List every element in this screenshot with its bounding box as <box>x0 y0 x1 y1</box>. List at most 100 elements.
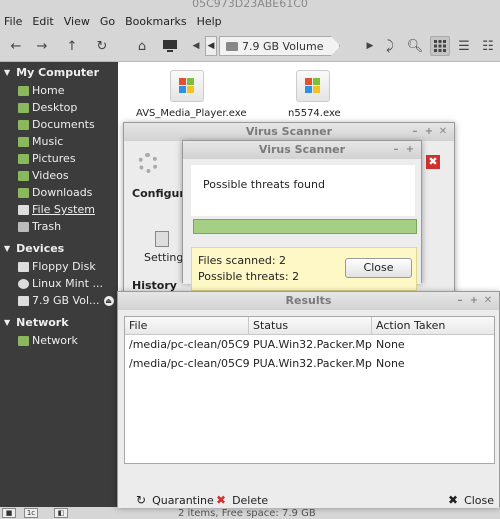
minimize-icon[interactable]: – <box>389 141 403 159</box>
compact-view-icon[interactable]: ☷ <box>478 36 498 56</box>
close-icon: ✖ <box>448 493 459 507</box>
expand-triangle-icon: ▼ <box>4 67 11 77</box>
window-titlebar: Virus Scanner – + <box>183 141 421 159</box>
delete-button[interactable]: ✖ Delete <box>216 492 268 508</box>
cell-status: PUA.Win32.Packer.Mpres <box>253 357 372 370</box>
network-icon <box>18 335 29 346</box>
forward-arrow-icon[interactable]: → <box>32 36 52 56</box>
maximize-icon[interactable]: + <box>467 292 481 310</box>
sidebar-item-floppy-disk[interactable]: Floppy Disk <box>0 258 118 275</box>
list-view-icon[interactable]: ☰ <box>454 36 474 56</box>
eject-icon[interactable]: ⏏ <box>103 295 114 306</box>
sidebar-section-my-computer[interactable]: ▼ My Computer <box>0 62 118 82</box>
menu-help[interactable]: Help <box>197 15 222 28</box>
minimize-icon[interactable]: – <box>408 123 422 141</box>
folder-icon <box>18 119 29 130</box>
folder-icon <box>18 136 29 147</box>
path-left-chevron-icon[interactable]: ◀ <box>186 36 206 56</box>
search-icon[interactable]: 🔍︎ <box>405 36 425 56</box>
table-row[interactable]: /media/pc-clean/05C973 PUA.Win32.Packer.… <box>125 335 494 354</box>
menu-go[interactable]: Go <box>100 15 115 28</box>
sidebar-item-file-system[interactable]: File System <box>0 201 118 218</box>
toggle-location-icon[interactable]: ⤸ <box>380 36 400 56</box>
menu-edit[interactable]: Edit <box>32 15 53 28</box>
scan-icon[interactable] <box>138 153 158 173</box>
results-table: File Status Action Taken /media/pc-clean… <box>124 316 495 464</box>
cell-file: /media/pc-clean/05C973 <box>129 338 249 351</box>
table-header: File Status Action Taken <box>125 317 494 335</box>
sidebar-item-linux-mint[interactable]: Linux Mint ... <box>0 275 118 292</box>
minimize-icon[interactable]: – <box>453 292 467 310</box>
menu-view[interactable]: View <box>64 15 90 28</box>
breadcrumb-toggle[interactable]: ◀ <box>205 36 217 56</box>
show-sidebar-icon[interactable]: ■ <box>2 508 16 518</box>
delete-icon: ✖ <box>216 493 227 507</box>
windows-logo-icon <box>179 78 195 94</box>
sidebar-item-trash[interactable]: Trash <box>0 218 118 235</box>
status-text: 2 items, Free space: 7.9 GB <box>178 508 316 519</box>
sidebar: ▼ My Computer Home Desktop Documents Musi… <box>0 62 118 519</box>
settings-icon[interactable] <box>155 231 169 247</box>
scan-message: Possible threats found <box>191 165 415 216</box>
exe-file-icon[interactable] <box>170 70 204 102</box>
cell-action: None <box>376 338 405 351</box>
table-row[interactable]: /media/pc-clean/05C973 PUA.Win32.Packer.… <box>125 354 494 373</box>
up-arrow-icon[interactable]: ↑ <box>62 36 82 56</box>
hide-sidebar-icon[interactable]: ◧ <box>54 508 68 518</box>
reload-icon[interactable]: ↻ <box>92 36 112 56</box>
menu-bookmarks[interactable]: Bookmarks <box>125 15 186 28</box>
drive-icon <box>18 295 29 306</box>
window-title: 05C973D23ABE61C0 <box>0 0 500 12</box>
close-button[interactable]: ✖ Close <box>448 492 494 508</box>
maximize-icon[interactable]: + <box>422 123 436 141</box>
sidebar-item-network[interactable]: Network <box>0 332 118 349</box>
exe-file-icon[interactable] <box>296 70 330 102</box>
maximize-icon[interactable]: + <box>403 141 417 159</box>
column-header-action[interactable]: Action Taken <box>372 317 494 334</box>
menubar: File Edit View Go Bookmarks Help <box>0 12 500 30</box>
path-right-chevron-icon[interactable]: ▶ <box>360 36 380 56</box>
folder-icon <box>18 170 29 181</box>
icon-view-icon[interactable] <box>430 36 450 56</box>
file-name[interactable]: AVS_Media_Player.exe <box>136 108 247 119</box>
quarantine-icon: ↻ <box>136 493 147 507</box>
stop-icon[interactable]: ✖ <box>426 155 440 169</box>
cell-file: /media/pc-clean/05C973 <box>129 357 249 370</box>
sidebar-item-downloads[interactable]: Downloads <box>0 184 118 201</box>
sidebar-section-devices[interactable]: ▼ Devices <box>0 238 118 258</box>
breadcrumb-volume[interactable]: 7.9 GB Volume <box>219 36 341 56</box>
windows-logo-icon <box>305 78 321 94</box>
show-treeview-icon[interactable]: 1c <box>24 508 38 518</box>
folder-icon <box>18 85 29 96</box>
cell-action: None <box>376 357 405 370</box>
breadcrumb-label: 7.9 GB Volume <box>242 39 324 53</box>
sidebar-item-pictures[interactable]: Pictures <box>0 150 118 167</box>
scan-summary: Files scanned: 2 Possible threats: 2 Clo… <box>191 247 417 291</box>
sidebar-section-network[interactable]: ▼ Network <box>0 312 118 332</box>
cd-icon <box>18 278 29 289</box>
folder-icon <box>18 153 29 164</box>
sidebar-item-documents[interactable]: Documents <box>0 116 118 133</box>
sidebar-item-home[interactable]: Home <box>0 82 118 99</box>
home-icon[interactable]: ⌂ <box>132 36 152 56</box>
drive-icon <box>18 204 29 215</box>
sidebar-item-music[interactable]: Music <box>0 133 118 150</box>
quarantine-button[interactable]: ↻ Quarantine <box>136 492 214 508</box>
sidebar-item-desktop[interactable]: Desktop <box>0 99 118 116</box>
close-icon[interactable]: ✕ <box>481 292 495 310</box>
sidebar-item-volume[interactable]: 7.9 GB Vol... ⏏ <box>0 292 118 309</box>
expand-triangle-icon: ▼ <box>4 317 11 327</box>
computer-icon[interactable] <box>160 36 180 56</box>
back-arrow-icon[interactable]: ← <box>6 36 26 56</box>
close-button[interactable]: Close <box>345 258 412 278</box>
file-name[interactable]: n5574.exe <box>288 108 341 119</box>
menu-file[interactable]: File <box>4 15 22 28</box>
close-icon[interactable]: ✕ <box>436 123 450 141</box>
window-titlebar: Results – + ✕ <box>118 292 499 310</box>
window-titlebar: Virus Scanner – + ✕ <box>124 123 454 141</box>
column-header-status[interactable]: Status <box>249 317 372 334</box>
status-bar: ■ 1c ◧ 2 items, Free space: 7.9 GB <box>0 507 500 519</box>
sidebar-item-videos[interactable]: Videos <box>0 167 118 184</box>
floppy-icon <box>18 261 29 272</box>
column-header-file[interactable]: File <box>125 317 249 334</box>
